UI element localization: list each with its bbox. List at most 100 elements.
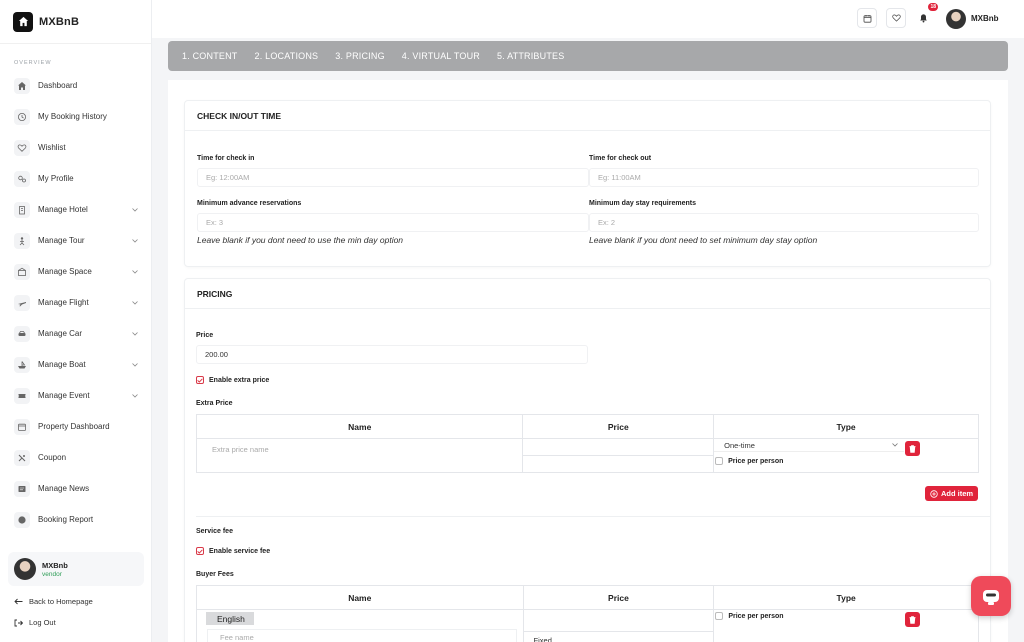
section-label: OVERVIEW [14,60,52,66]
sidebar-item-manage-tour[interactable]: Manage Tour [0,225,152,256]
sidebar-item-label: Dashboard [38,81,78,90]
checkin-card: CHECK IN/OUT TIME Time for check in Eg: … [184,100,991,267]
user-role: vendor [42,570,62,578]
fee-price-input[interactable] [523,610,714,632]
trash-icon [909,444,916,453]
column-name: Name [195,414,524,439]
extra-price-table: Name Price Type Extra price name One-tim… [195,414,979,473]
sidebar-item-label: Property Dashboard [38,422,110,431]
topbar: 18 MXBnb [152,0,1024,38]
delete-extra-button[interactable] [905,441,921,456]
chevron-down-icon[interactable] [130,329,140,339]
floating-chat-button[interactable] [971,576,1011,616]
extra-type-value: One-time [724,440,755,450]
brand-name: MXBnB [39,15,80,28]
bot-icon [983,590,999,605]
enable-service-fee-checkbox[interactable]: Enable service fee [196,547,270,555]
logout-label: Log Out [29,618,56,627]
price-per-person-checkbox[interactable]: Price per person [715,457,978,465]
lang-tab-english[interactable]: English [206,612,254,625]
extra-name-input[interactable]: Extra price name [198,441,521,458]
min-stay-hint: Leave blank if you dont need to set mini… [589,235,818,245]
fee-price-per-person-checkbox[interactable]: Price per person [715,612,978,620]
logout-link[interactable]: Log Out [14,618,56,627]
min-stay-input[interactable]: Ex: 2 [589,213,979,232]
car-icon [14,325,30,342]
extra-price-input[interactable] [523,439,714,456]
min-advance-label: Minimum advance reservations [197,200,302,207]
extra-type-select[interactable]: One-time [714,439,905,452]
back-to-homepage-link[interactable]: Back to Homepage [14,597,93,606]
sidebar-item-wishlist[interactable]: Wishlist [0,132,152,163]
heart-icon [891,14,901,22]
back-to-homepage-label: Back to Homepage [29,597,93,606]
buyer-fees-label: Buyer Fees [196,571,234,578]
checkin-title: CHECK IN/OUT TIME [185,101,990,131]
tab-locations[interactable]: 2. LOCATIONS [255,51,319,61]
column-type: Type [713,585,979,610]
brand[interactable]: MXBnB [0,0,151,44]
tab-attributes[interactable]: 5. ATTRIBUTES [497,51,564,61]
sidebar-item-manage-hotel[interactable]: Manage Hotel [0,194,152,225]
chevron-down-icon[interactable] [130,360,140,370]
wishlist-button[interactable] [886,8,906,28]
chevron-down-icon [892,443,898,447]
min-advance-input[interactable]: Ex: 3 [197,213,589,232]
fee-name-input[interactable]: Fee name [207,629,517,642]
checkin-label: Time for check in [197,155,255,162]
avatar[interactable] [946,9,966,29]
sidebar-item-coupon[interactable]: Coupon [0,442,152,473]
sidebar: MXBnB OVERVIEW Dashboard My Booking Histo… [0,0,152,642]
sidebar-item-label: Manage Space [38,267,92,276]
enable-service-fee-label: Enable service fee [209,547,271,555]
sidebar-item-manage-news[interactable]: Manage News [0,473,152,504]
tab-virtual-tour[interactable]: 4. VIRTUAL TOUR [402,51,480,61]
chevron-down-icon[interactable] [130,267,140,277]
extra-name-cell: Extra price name [195,438,524,473]
tab-pricing[interactable]: 3. PRICING [335,51,385,76]
sidebar-item-manage-event[interactable]: Manage Event [0,380,152,411]
bell-icon [919,14,927,23]
sidebar-item-my-booking-history[interactable]: My Booking History [0,101,152,132]
add-item-button[interactable]: Add item [925,486,979,501]
sidebar-item-dashboard[interactable]: Dashboard [0,70,152,101]
trash-icon [909,615,916,624]
price-input[interactable]: 200.00 [196,345,588,364]
sidebar-item-label: Manage Event [38,391,90,400]
sidebar-item-label: Manage Tour [38,236,85,245]
sidebar-item-booking-report[interactable]: Booking Report [0,504,152,535]
sidebar-item-manage-flight[interactable]: Manage Flight [0,287,152,318]
ticket-icon [14,387,30,404]
sidebar-item-manage-car[interactable]: Manage Car [0,318,152,349]
table-header: Name Price Type [195,414,979,439]
sidebar-user[interactable]: MXBnb vendor [8,552,144,586]
table-header: Name Price Type [196,585,979,610]
checkout-time-input[interactable]: Eg: 11:00AM [589,168,979,187]
sidebar-item-property-dashboard[interactable]: Property Dashboard [0,411,152,442]
notification-count-badge: 18 [928,3,938,11]
fee-type-value[interactable]: Fixed [524,632,714,642]
notifications-button[interactable]: 18 [913,3,938,28]
sidebar-item-manage-boat[interactable]: Manage Boat [0,349,152,380]
chevron-down-icon[interactable] [130,298,140,308]
table-row: Extra price name One-time Price per pers… [195,438,979,473]
fee-price-cell: Fixed [522,609,715,642]
enable-extra-price-checkbox[interactable]: Enable extra price [196,376,269,384]
chevron-down-icon[interactable] [130,205,140,215]
tab-content[interactable]: 1. CONTENT [182,51,238,61]
sidebar-item-my-profile[interactable]: My Profile [0,163,152,194]
checkin-time-input[interactable]: Eg: 12:00AM [197,168,589,187]
heart-icon [14,139,30,156]
add-item-label: Add item [941,489,974,498]
topbar-user-name[interactable]: MXBnb [971,14,999,23]
sidebar-item-label: Manage Hotel [38,205,88,214]
fee-type-cell: Price per person [713,609,979,642]
delete-fee-button[interactable] [905,612,921,627]
chevron-down-icon[interactable] [130,236,140,246]
extra-price-label: Extra Price [196,400,233,407]
calendar-button[interactable] [857,8,877,28]
chevron-down-icon[interactable] [130,391,140,401]
sidebar-item-manage-space[interactable]: Manage Space [0,256,152,287]
logout-icon [14,619,23,626]
column-type: Type [713,414,979,439]
